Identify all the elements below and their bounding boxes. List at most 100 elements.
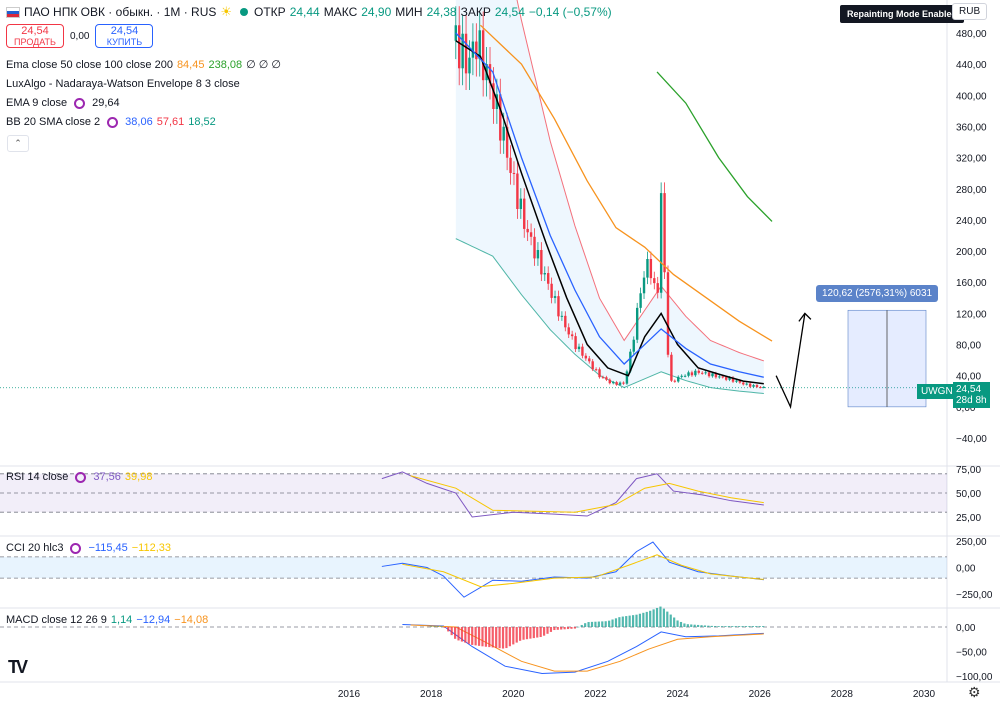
- candle-body: [523, 198, 526, 229]
- macd-histogram-bar: [621, 616, 624, 627]
- session-sun-icon: ☀: [220, 4, 233, 19]
- macd-histogram-bar: [570, 627, 573, 629]
- flag-icon: [6, 6, 20, 18]
- macd-histogram-bar: [727, 626, 731, 627]
- candle-body: [707, 372, 711, 377]
- macd-label: MACD close 12 26 9: [6, 614, 107, 626]
- macd-histogram-bar: [519, 627, 522, 641]
- candle-body: [601, 377, 605, 379]
- legend-lux[interactable]: LuxAlgo - Nadaraya-Watson Envelope 8 3 c…: [6, 78, 240, 90]
- candle-body: [694, 370, 697, 376]
- legend-macd[interactable]: MACD close 12 26 9 1,14 −12,94 −14,08: [6, 614, 208, 626]
- macd-histogram-bar: [662, 608, 665, 627]
- macd-histogram-bar: [649, 610, 652, 627]
- macd-histogram-bar: [512, 627, 515, 645]
- rsi-label: RSI 14 close: [6, 471, 69, 483]
- candle-body: [622, 382, 625, 384]
- candle-body: [502, 126, 505, 141]
- series-line-ema-100: [656, 71, 773, 222]
- symbol-header[interactable]: ПАО НПК ОВК · обыкн. · 1M · RUS ☀ ОТКР 24…: [6, 4, 612, 20]
- macd-histogram-bar: [563, 627, 566, 630]
- legend-bb[interactable]: BB 20 SMA close 2 38,06 57,61 18,52: [6, 116, 216, 128]
- series-line-signal: [410, 624, 764, 672]
- candle-body: [612, 382, 615, 384]
- macd-histogram-bar: [505, 627, 508, 649]
- macd-histogram-bar: [553, 627, 556, 631]
- macd-histogram-bar: [460, 627, 464, 642]
- candle-body: [615, 382, 618, 385]
- ema9-label: EMA 9 close: [6, 97, 68, 109]
- macd-histogram-bar: [560, 627, 563, 630]
- buy-button[interactable]: 24,54 КУПИТЬ: [95, 24, 154, 48]
- candle-body: [666, 272, 670, 355]
- macd-histogram-bar: [604, 621, 607, 627]
- candle-body: [546, 273, 550, 284]
- sell-button[interactable]: 24,54 ПРОДАТЬ: [6, 24, 64, 48]
- ema9-value: 29,64: [92, 97, 120, 109]
- signal-value: −14,08: [174, 614, 209, 626]
- macd-histogram-bar: [597, 621, 600, 627]
- candle-body: [690, 372, 694, 376]
- ema50-value: 84,45: [176, 58, 205, 71]
- macd-histogram-bar: [443, 627, 446, 628]
- high-label: МАКС: [323, 5, 358, 19]
- candle-body: [536, 249, 540, 259]
- candle-body: [516, 173, 519, 210]
- bb-basis-value: 38,06: [125, 116, 153, 128]
- candle-body: [509, 157, 512, 173]
- candle-body: [543, 273, 546, 275]
- macd-histogram-bar: [440, 626, 443, 627]
- macd-histogram-bar: [731, 626, 734, 627]
- candle-body: [625, 371, 629, 384]
- macd-histogram-bar: [738, 626, 741, 627]
- legend-ema9[interactable]: EMA 9 close 29,64: [6, 97, 120, 109]
- macd-histogram-bar: [498, 627, 501, 649]
- candle-body: [529, 232, 533, 237]
- candle-body: [526, 228, 529, 233]
- candle-body: [468, 57, 471, 74]
- forecast-arrow-line: [775, 313, 806, 410]
- currency-selector[interactable]: RUB: [952, 3, 988, 20]
- macd-histogram-bar: [433, 626, 436, 627]
- time-tick-label: 2024: [666, 689, 689, 700]
- macd-histogram-bar: [652, 609, 655, 627]
- macd-value: −12,94: [136, 614, 171, 626]
- market-status-icon: [240, 8, 249, 16]
- macd-histogram-bar: [710, 625, 713, 627]
- candle-body: [605, 377, 608, 380]
- macd-histogram-bar: [467, 627, 470, 644]
- bb-upper-value: 57,61: [156, 116, 185, 128]
- macd-histogram-bar: [436, 626, 440, 627]
- candle-body: [464, 33, 468, 74]
- cci-band: [0, 556, 947, 579]
- measure-label[interactable]: 120,62 (2576,31%) 6031: [816, 285, 939, 302]
- macd-histogram-bar: [457, 627, 460, 641]
- legend-ema[interactable]: Ema close 50 close 100 close 200 84,45 2…: [6, 58, 281, 72]
- price-tick-label: 200,00: [956, 247, 987, 258]
- chevron-up-icon[interactable]: ⌃: [7, 135, 29, 152]
- bb-lower-value: 18,52: [188, 116, 216, 128]
- macd-histogram-bar: [495, 627, 498, 648]
- macd-histogram-bar: [697, 624, 700, 627]
- legend-rsi[interactable]: RSI 14 close 37,56 39,98: [6, 471, 152, 483]
- macd-histogram-bar: [618, 617, 621, 627]
- candle-body: [567, 327, 570, 335]
- price-tick-label: −40,00: [956, 434, 987, 445]
- ema-empty-values: ∅ ∅ ∅: [246, 59, 281, 71]
- candle-body: [680, 375, 683, 377]
- chart-canvas[interactable]: 480,00 440,00 400,00 360,00 320,00 280,00 240,…: [0, 0, 1000, 705]
- low-label: МИН: [395, 5, 423, 19]
- symbol-title[interactable]: ПАО НПК ОВК · обыкн. · 1M · RUS: [24, 5, 216, 19]
- time-tick-label: 2016: [338, 689, 361, 700]
- macd-histogram-bar: [549, 627, 553, 632]
- bb-band-fill: [455, 0, 764, 394]
- price-tick-label: 80,00: [956, 341, 981, 352]
- macd-histogram-bar: [450, 627, 453, 636]
- legend-cci[interactable]: CCI 20 hlc3 −115,45 −112,33: [6, 542, 171, 554]
- macd-histogram-bar: [748, 626, 751, 627]
- tradingview-logo[interactable]: TV: [8, 657, 28, 678]
- macd-histogram-bar: [703, 625, 707, 627]
- gear-icon[interactable]: ⚙: [968, 684, 981, 701]
- macd-histogram-bar: [529, 627, 532, 639]
- candle-body: [550, 283, 553, 298]
